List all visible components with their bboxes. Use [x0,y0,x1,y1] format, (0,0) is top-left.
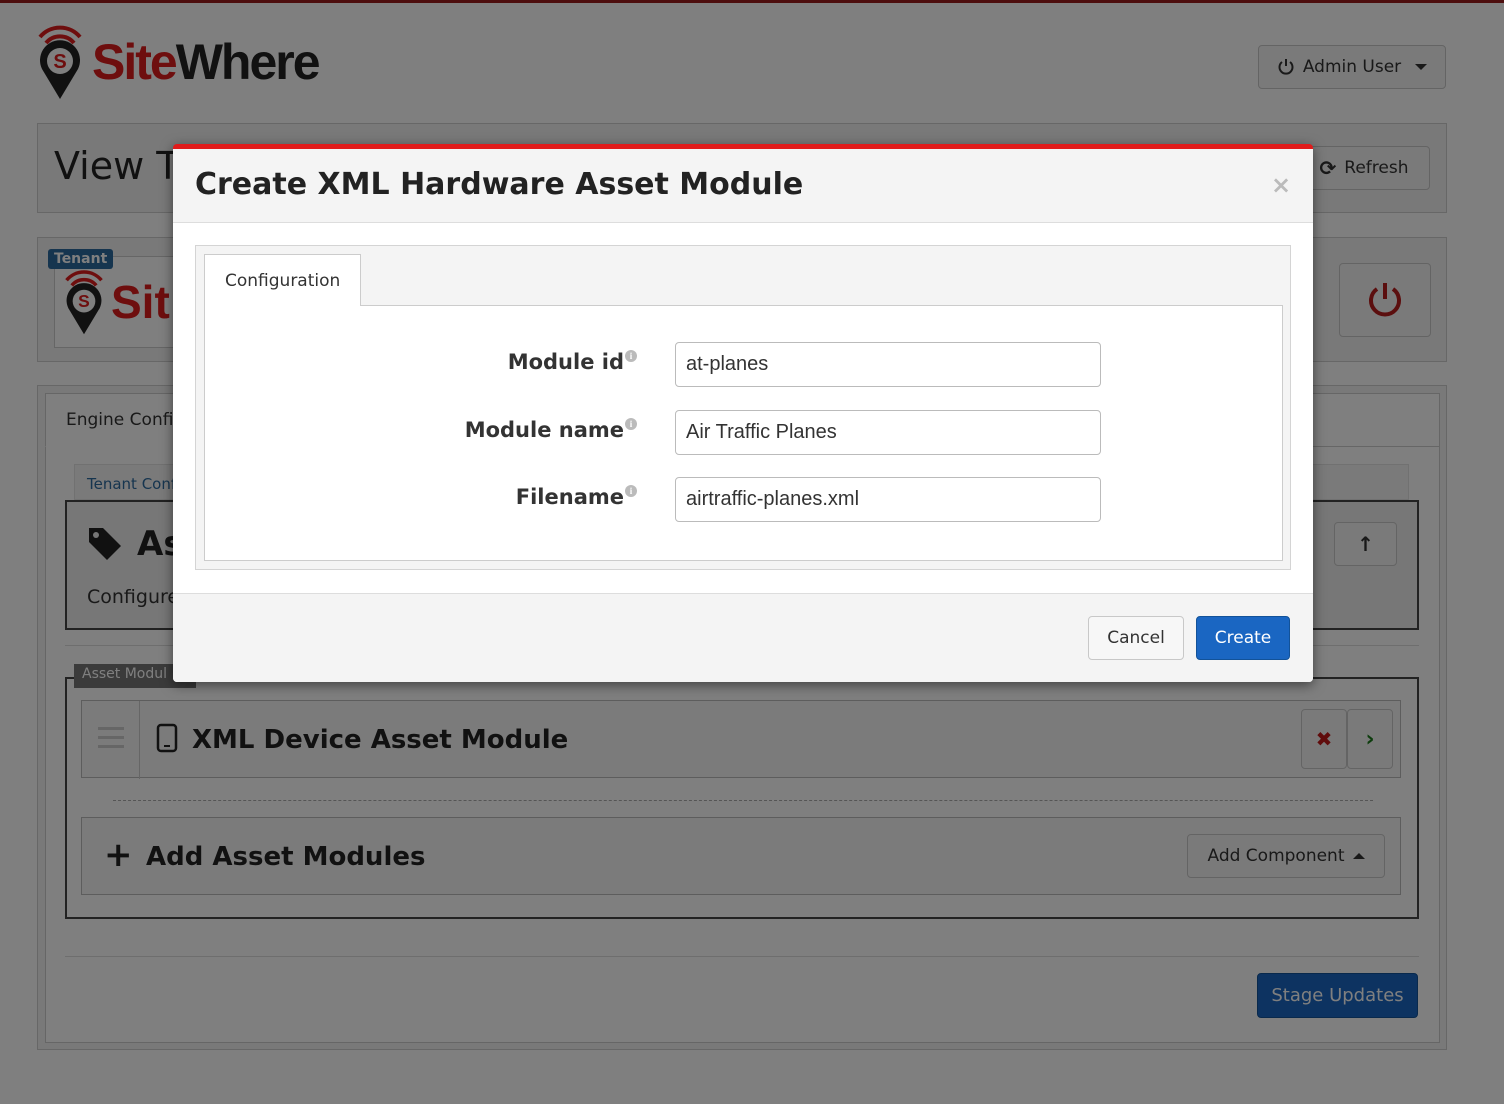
module-id-label: Module id [507,350,624,374]
module-name-label: Module name [464,418,624,442]
close-icon[interactable]: × [1271,171,1291,199]
configuration-form: Module id i Module name i Filename i [204,305,1283,561]
module-id-input[interactable] [675,342,1101,387]
create-module-dialog: Create XML Hardware Asset Module × Confi… [173,144,1313,682]
filename-input[interactable] [675,477,1101,522]
create-button[interactable]: Create [1196,616,1290,660]
dialog-tabs: Configuration Module id i Module name i … [195,245,1291,570]
dialog-footer: Cancel Create [173,593,1313,682]
tab-configuration[interactable]: Configuration [204,254,361,306]
info-icon[interactable]: i [625,350,637,362]
dialog-title: Create XML Hardware Asset Module [195,167,804,202]
module-name-input[interactable] [675,410,1101,455]
form-row-module-id: Module id i [205,342,1284,388]
form-row-filename: Filename i [205,477,1284,523]
form-row-module-name: Module name i [205,410,1284,456]
filename-label: Filename [515,485,624,509]
dialog-body: Configuration Module id i Module name i … [173,223,1313,593]
info-icon[interactable]: i [625,485,637,497]
cancel-button[interactable]: Cancel [1088,616,1184,660]
info-icon[interactable]: i [625,418,637,430]
dialog-header: Create XML Hardware Asset Module × [173,149,1313,223]
